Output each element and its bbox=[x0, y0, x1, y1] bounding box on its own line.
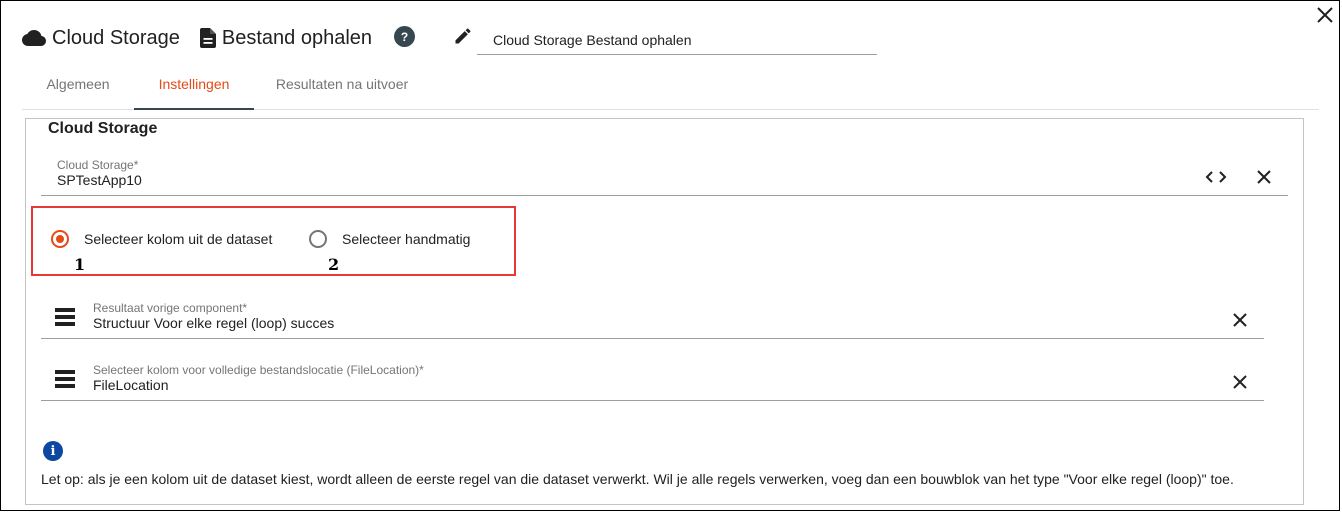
help-button[interactable]: ? bbox=[394, 26, 415, 47]
radio-select-column[interactable]: Selecteer kolom uit de dataset bbox=[51, 230, 272, 248]
tab-bar: Algemeen Instellingen Resultaten na uitv… bbox=[22, 62, 1319, 110]
info-icon: i bbox=[43, 441, 63, 461]
action-title: Bestand ophalen bbox=[221, 26, 373, 49]
tab-resultaten[interactable]: Resultaten na uitvoer bbox=[254, 62, 430, 108]
service-heading: Cloud Storage bbox=[22, 27, 180, 50]
annotation-number-1: 1 bbox=[74, 255, 86, 274]
code-icon[interactable] bbox=[1205, 169, 1227, 185]
cloud-storage-underline bbox=[41, 195, 1288, 196]
previous-result-underline bbox=[41, 338, 1264, 339]
service-title: Cloud Storage bbox=[52, 26, 180, 49]
clear-storage-icon[interactable] bbox=[1256, 169, 1272, 185]
previous-result-value[interactable]: Structuur Voor elke regel (loop) succes bbox=[93, 315, 334, 331]
radio-select-column-label: Selecteer kolom uit de dataset bbox=[84, 231, 273, 247]
clear-file-location-icon[interactable] bbox=[1232, 374, 1248, 390]
document-icon bbox=[199, 28, 216, 48]
cloud-storage-field-value[interactable]: SPTestApp10 bbox=[57, 172, 142, 188]
previous-result-label: Resultaat vorige component* bbox=[93, 301, 248, 315]
cloud-storage-field-label: Cloud Storage* bbox=[57, 158, 139, 172]
component-name-input[interactable] bbox=[477, 25, 877, 55]
edit-name-icon bbox=[455, 28, 471, 44]
radio-checked-icon[interactable] bbox=[51, 230, 69, 248]
radio-select-manual-label: Selecteer handmatig bbox=[342, 231, 471, 247]
clear-previous-result-icon[interactable] bbox=[1232, 312, 1248, 328]
annotation-number-2: 2 bbox=[328, 255, 340, 274]
radio-select-manual[interactable]: Selecteer handmatig bbox=[309, 230, 470, 248]
close-dialog-icon[interactable] bbox=[1314, 4, 1336, 26]
drag-handle-icon[interactable] bbox=[55, 308, 75, 329]
file-location-underline bbox=[41, 400, 1264, 401]
file-location-value[interactable]: FileLocation bbox=[93, 377, 169, 393]
tab-algemeen[interactable]: Algemeen bbox=[22, 62, 134, 108]
section-title: Cloud Storage bbox=[40, 120, 166, 138]
action-heading: Bestand ophalen bbox=[199, 26, 373, 50]
dialog-header: Cloud Storage Bestand ophalen bbox=[22, 22, 392, 54]
tab-instellingen[interactable]: Instellingen bbox=[134, 62, 254, 110]
radio-unchecked-icon[interactable] bbox=[309, 230, 327, 248]
file-location-label: Selecteer kolom voor volledige bestandsl… bbox=[93, 363, 424, 377]
drag-handle-icon[interactable] bbox=[55, 370, 75, 391]
cloud-icon bbox=[22, 29, 46, 46]
info-note: Let op: als je een kolom uit de dataset … bbox=[41, 471, 1234, 487]
